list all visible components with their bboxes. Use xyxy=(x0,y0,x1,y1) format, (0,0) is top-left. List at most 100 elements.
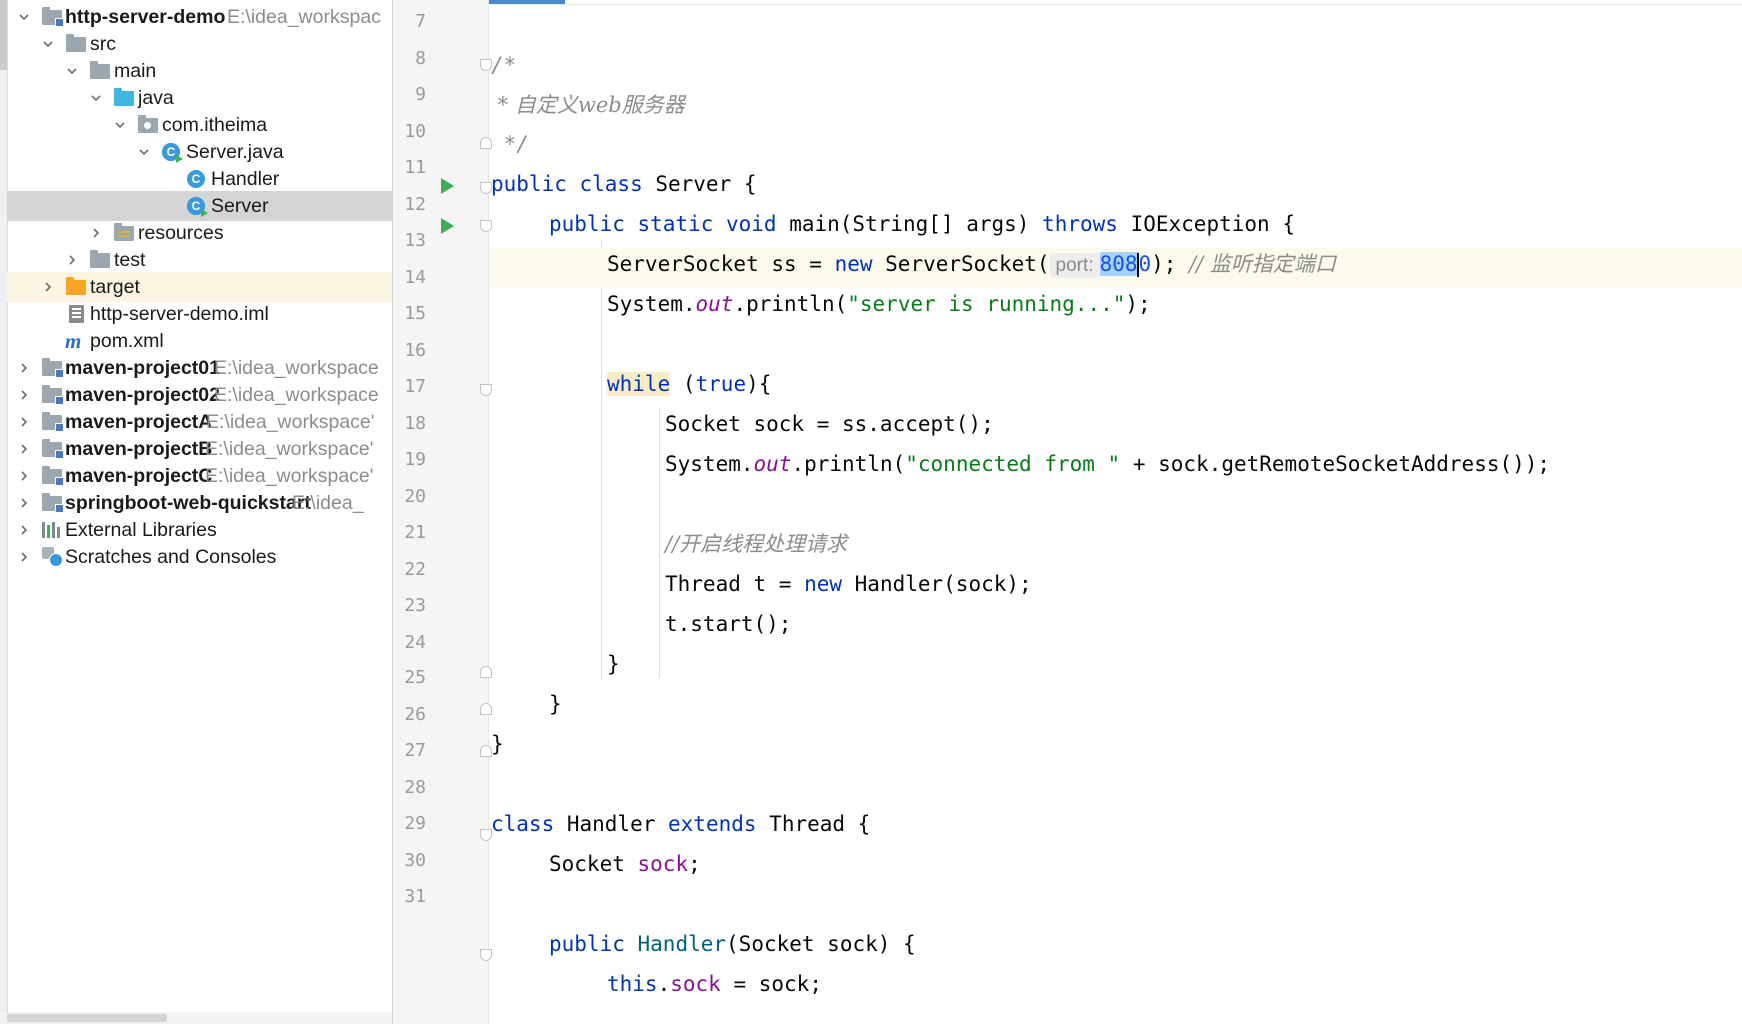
tree-item-path: E:\idea_workspace' xyxy=(206,411,375,433)
indent-guide xyxy=(601,240,602,680)
tree-item-maven-project02[interactable]: maven-project02 E:\idea_workspace xyxy=(7,380,392,410)
code-token: ); xyxy=(1151,252,1190,276)
method-name: Handler xyxy=(637,932,727,956)
libraries-icon xyxy=(42,521,62,539)
tree-item-label: resources xyxy=(138,222,224,244)
line-number: 25 xyxy=(404,667,426,688)
code-editor[interactable]: 7 8 9 10 11 12 13 14 15 16 17 18 19 20 2… xyxy=(393,0,1742,1024)
java-class-icon: C xyxy=(187,197,208,217)
tree-item-target[interactable]: target xyxy=(7,272,392,302)
code-token: (Socket sock) { xyxy=(726,932,916,956)
code-line-27: class Handler extends Thread { xyxy=(491,804,870,844)
source-folder-icon xyxy=(114,88,134,107)
chevron-down-icon[interactable] xyxy=(89,83,103,113)
keyword: extends xyxy=(668,812,757,836)
java-class-icon: C xyxy=(162,143,183,163)
tree-item-path: E:\idea_workspace' xyxy=(205,438,374,460)
tree-item-main[interactable]: main xyxy=(7,56,392,86)
excluded-folder-icon xyxy=(66,277,86,296)
code-line-13: ServerSocket ss = new ServerSocket(port:… xyxy=(607,244,1336,286)
tree-hscroll-thumb[interactable] xyxy=(7,1014,167,1022)
tree-scroll-thumb[interactable] xyxy=(0,0,7,70)
chevron-right-icon[interactable] xyxy=(17,542,31,572)
code-line-17: Socket sock = ss.accept(); xyxy=(665,412,994,436)
code-token: . xyxy=(657,972,671,996)
tree-item-label: main xyxy=(114,60,157,82)
tree-item-pom[interactable]: m pom.xml xyxy=(7,326,392,356)
selected-text: 808 xyxy=(1099,252,1138,276)
field: sock xyxy=(637,852,689,876)
tree-item-java[interactable]: java xyxy=(7,83,392,113)
tree-item-resources[interactable]: resources xyxy=(7,218,392,248)
comment: // 监听指定端口 xyxy=(1189,252,1336,276)
tree-horizontal-scrollbar[interactable] xyxy=(0,1012,392,1024)
module-folder-icon xyxy=(42,439,64,459)
tree-item-label: Server xyxy=(211,195,269,217)
folder-icon xyxy=(90,61,110,80)
tree-item-label: src xyxy=(90,33,116,55)
line-number: 24 xyxy=(404,632,426,653)
tree-item-maven-project01[interactable]: maven-project01 E:\idea_workspace xyxy=(7,353,392,383)
chevron-down-icon[interactable] xyxy=(65,56,79,86)
tree-item-test[interactable]: test xyxy=(7,245,392,275)
code-line-8: /* xyxy=(491,53,517,77)
line-number: 26 xyxy=(404,704,426,725)
tree-item-label: maven-projectA xyxy=(65,411,213,433)
field: sock xyxy=(670,972,721,996)
tree-item-iml[interactable]: http-server-demo.iml xyxy=(7,299,392,329)
chevron-right-icon[interactable] xyxy=(17,515,31,545)
code-line-18: System.out.println("connected from " + s… xyxy=(665,444,1550,484)
tree-item-label: target xyxy=(90,276,140,298)
keyword: true xyxy=(695,372,747,396)
tree-item-maven-projectC[interactable]: maven-projectC E:\idea_workspace' xyxy=(7,461,392,491)
keyword: this xyxy=(607,972,658,996)
folder-icon xyxy=(66,34,86,53)
tree-item-external-libraries[interactable]: External Libraries xyxy=(7,515,392,545)
line-number: 7 xyxy=(415,11,426,32)
run-class-icon[interactable] xyxy=(441,178,454,194)
string: "server is running..." xyxy=(847,292,1126,316)
line-number: 23 xyxy=(404,595,426,616)
tree-item-label: pom.xml xyxy=(90,330,164,352)
chevron-down-icon[interactable] xyxy=(137,137,151,167)
tree-item-label: http-server-demo.iml xyxy=(90,303,269,325)
chevron-right-icon[interactable] xyxy=(89,218,103,248)
tree-item-maven-projectA[interactable]: maven-projectA E:\idea_workspace' xyxy=(7,407,392,437)
run-main-icon[interactable] xyxy=(441,218,454,234)
code-token: main(String[] args) xyxy=(776,212,1043,236)
tree-item-maven-projectB[interactable]: maven-projectB E:\idea_workspace' xyxy=(7,434,392,464)
tree-item-server[interactable]: C Server xyxy=(7,191,392,221)
tree-item-path: E:\idea_workspace xyxy=(214,384,379,406)
tree-item-handler[interactable]: C Handler xyxy=(7,164,392,194)
chevron-right-icon[interactable] xyxy=(17,380,31,410)
chevron-right-icon[interactable] xyxy=(65,245,79,275)
java-class-icon: C xyxy=(187,170,207,188)
keyword: while xyxy=(607,372,671,396)
line-number: 13 xyxy=(404,230,426,251)
tree-item-scratches[interactable]: Scratches and Consoles xyxy=(7,542,392,572)
tree-item-label: maven-projectC xyxy=(65,465,213,487)
tree-item-src[interactable]: src xyxy=(7,29,392,59)
line-number: 9 xyxy=(415,84,426,105)
line-number: 14 xyxy=(404,267,426,288)
chevron-right-icon[interactable] xyxy=(17,407,31,437)
string: "connected from " xyxy=(905,452,1121,476)
chevron-down-icon[interactable] xyxy=(17,2,31,32)
folder-icon xyxy=(90,250,110,269)
code-area[interactable]: /* * 自定义web服务器 */ public class Server { … xyxy=(489,0,1742,1024)
chevron-down-icon[interactable] xyxy=(41,29,55,59)
chevron-right-icon[interactable] xyxy=(17,488,31,518)
chevron-right-icon[interactable] xyxy=(17,434,31,464)
tree-item-com-itheima[interactable]: com.itheima xyxy=(7,110,392,140)
chevron-right-icon[interactable] xyxy=(41,272,55,302)
code-token: Handler xyxy=(554,812,669,836)
tree-item-http-server-demo[interactable]: http-server-demo E:\idea_workspac xyxy=(7,2,392,32)
tree-item-springboot-web-quickstart[interactable]: springboot-web-quickstart E:\idea_ xyxy=(7,488,392,518)
chevron-right-icon[interactable] xyxy=(17,353,31,383)
line-number: 12 xyxy=(404,194,426,215)
chevron-right-icon[interactable] xyxy=(17,461,31,491)
chevron-down-icon[interactable] xyxy=(113,110,127,140)
resources-folder-icon xyxy=(114,223,134,242)
tree-item-label: http-server-demo xyxy=(65,6,226,28)
tree-item-server-java[interactable]: C Server.java xyxy=(7,137,392,167)
